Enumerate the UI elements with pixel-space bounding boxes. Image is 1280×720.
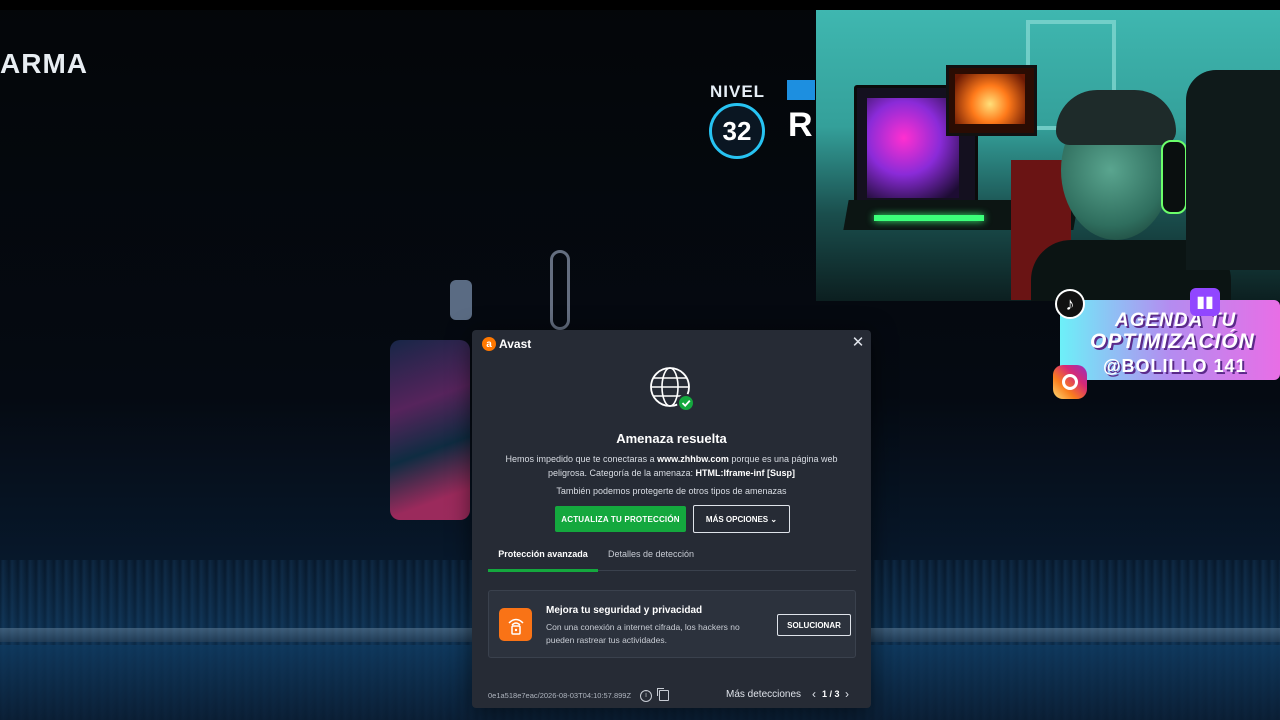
promo-line-2: OPTIMIZACIÓN bbox=[1090, 330, 1255, 353]
detections-pager: 1 / 3 bbox=[822, 689, 840, 699]
threat-message: Hemos impedido que te conectaras a www.z… bbox=[494, 452, 849, 480]
copy-icon[interactable] bbox=[657, 688, 669, 701]
character-head bbox=[450, 280, 472, 320]
brand-name: Avast bbox=[499, 337, 532, 351]
streamer-hair bbox=[1056, 90, 1176, 145]
level-value: 32 bbox=[722, 115, 752, 146]
promo-handle: @BOLILLO 141 bbox=[1103, 356, 1247, 376]
message-text-1: Hemos impedido que te conectaras a bbox=[505, 454, 658, 464]
character-antenna bbox=[550, 250, 570, 330]
avast-brand: a Avast bbox=[482, 337, 531, 351]
update-protection-button[interactable]: ACTUALIZA TU PROTECCIÓN bbox=[555, 506, 686, 532]
dialog-title: Amenaza resuelta bbox=[616, 431, 727, 446]
more-detections-label: Más detecciones bbox=[726, 689, 802, 700]
dialog-subtitle: También podemos protegerte de otros tipo… bbox=[556, 486, 787, 496]
avast-logo-icon: a bbox=[482, 337, 496, 351]
detection-id: 0e1a518e7eac/2026-08-03T04:10:57.899Z bbox=[488, 691, 632, 700]
streamer bbox=[1031, 90, 1231, 301]
privacy-offer-card: Mejora tu seguridad y privacidad Con una… bbox=[488, 590, 856, 658]
character-body bbox=[390, 340, 470, 520]
level-label: NIVEL bbox=[710, 82, 766, 101]
card-text: Con una conexión a internet cifrada, los… bbox=[546, 622, 740, 645]
rank-tag bbox=[787, 80, 815, 100]
card-title: Mejora tu seguridad y privacidad bbox=[546, 605, 703, 616]
chevron-left-icon[interactable]: ‹ bbox=[812, 687, 816, 701]
tiktok-icon: ♪ bbox=[1055, 289, 1085, 319]
avast-threat-dialog: a Avast ✕ Amenaza resuelta Hemos impedid… bbox=[472, 330, 871, 708]
webcam-monitor-right bbox=[946, 65, 1037, 136]
threat-category: HTML:Iframe-inf [Susp] bbox=[695, 468, 796, 478]
webcam-led-strip bbox=[874, 215, 984, 221]
weapon-label: ARMA bbox=[0, 48, 88, 79]
more-options-button[interactable]: MÁS OPCIONES ⌄ bbox=[693, 505, 790, 533]
vpn-lock-icon bbox=[499, 608, 532, 641]
instagram-icon bbox=[1053, 365, 1087, 399]
webcam-feed bbox=[816, 10, 1280, 301]
chevron-right-icon[interactable]: › bbox=[845, 687, 849, 701]
close-button[interactable]: ✕ bbox=[850, 335, 866, 351]
gaming-chair bbox=[1186, 70, 1280, 270]
dialog-tabs: Protección avanzada Detalles de detecció… bbox=[488, 548, 856, 572]
rank-letter: R bbox=[788, 106, 813, 144]
twitch-icon: ▮▮ bbox=[1190, 288, 1220, 316]
solve-button[interactable]: SOLUCIONAR bbox=[777, 614, 851, 636]
threat-domain: www.zhhbw.com bbox=[657, 454, 729, 464]
level-badge: 32 bbox=[709, 103, 765, 159]
headphones bbox=[1161, 140, 1187, 214]
chevron-down-icon: ⌄ bbox=[770, 514, 778, 524]
info-icon[interactable]: i bbox=[640, 690, 652, 702]
more-options-label: MÁS OPCIONES bbox=[705, 514, 769, 524]
globe-shield-icon bbox=[650, 367, 695, 412]
top-black-bar bbox=[0, 0, 1280, 10]
tab-detection-details[interactable]: Detalles de detección bbox=[608, 548, 738, 569]
tab-advanced-protection[interactable]: Protección avanzada bbox=[488, 548, 598, 572]
